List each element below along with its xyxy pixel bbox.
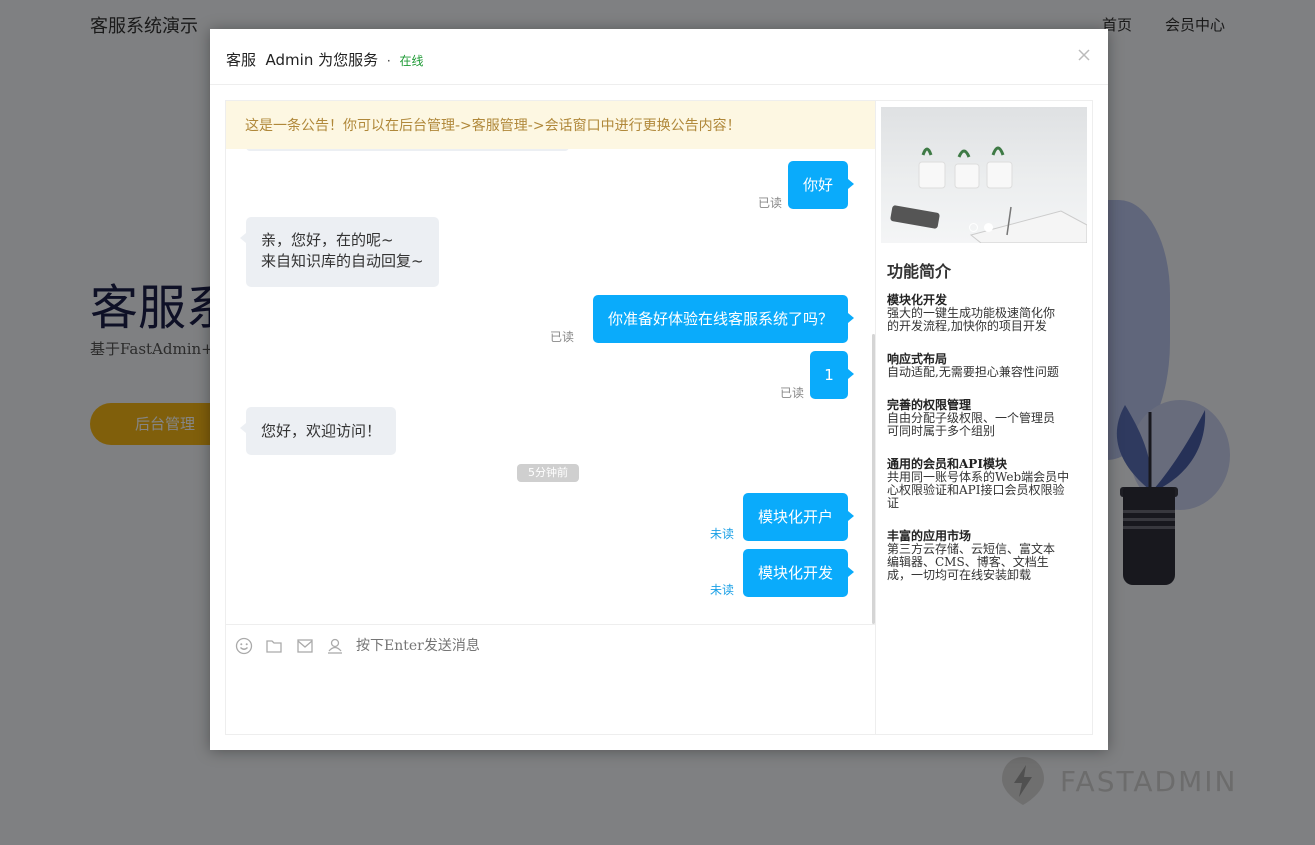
message-stub bbox=[246, 149, 569, 151]
feature-desc: 证 bbox=[887, 496, 900, 510]
modal-header: 客服 Admin 为您服务 · 在线 bbox=[210, 29, 1108, 85]
read-status: 已读 bbox=[549, 330, 574, 344]
side-panel: 功能简介 模块化开发 强大的一键生成功能极速简化你 的开发流程,加快你的项目开发… bbox=[876, 100, 1093, 735]
modal-title: 客服 Admin 为您服务 · 在线 bbox=[226, 49, 424, 70]
feature-desc: 自动适配,无需要担心兼容性问题 bbox=[887, 365, 1059, 379]
online-status: 在线 bbox=[399, 54, 424, 68]
close-icon[interactable] bbox=[1076, 47, 1092, 63]
user-icon[interactable] bbox=[326, 637, 344, 655]
message-bubble-out: 模块化开发 bbox=[742, 549, 855, 597]
feature-item: 响应式布局 自动适配,无需要担心兼容性问题 bbox=[887, 353, 1083, 379]
message-line: 来自知识库的自动回复~ bbox=[261, 252, 424, 270]
feature-item: 完善的权限管理 自由分配子级权限、一个管理员 可同时属于多个组别 bbox=[887, 399, 1083, 438]
unread-status: 未读 bbox=[709, 583, 734, 597]
mail-icon[interactable] bbox=[296, 637, 314, 655]
message-bubble-out: 模块化开户 bbox=[742, 493, 855, 541]
time-divider: 5分钟前 bbox=[517, 464, 579, 482]
message-bubble-out: 你准备好体验在线客服系统了吗？ bbox=[592, 295, 855, 343]
message-bubble-in: 亲，您好，在的呢~ 来自知识库的自动回复~ bbox=[240, 217, 439, 287]
side-title: 功能简介 bbox=[887, 262, 952, 281]
message-bubble-in: 您好，欢迎访问！ bbox=[239, 407, 397, 455]
chat-panel: 这是一条公告！你可以在后台管理->客服管理->会话窗口中进行更换公告内容！ 你好… bbox=[225, 100, 876, 735]
feature-item: 通用的会员和API模块 共用同一账号体系的Web端会员中 心权限验证和API接口… bbox=[887, 458, 1083, 510]
input-toolbar bbox=[226, 624, 875, 734]
feature-item: 模块化开发 强大的一键生成功能极速简化你 的开发流程,加快你的项目开发 bbox=[887, 294, 1083, 333]
desk-photo bbox=[890, 146, 1087, 243]
carousel-dot-active[interactable] bbox=[984, 223, 993, 232]
read-status: 已读 bbox=[779, 386, 804, 400]
folder-icon[interactable] bbox=[265, 637, 283, 655]
message-input[interactable] bbox=[356, 633, 856, 659]
feature-desc: 的开发流程,加快你的项目开发 bbox=[887, 319, 1047, 333]
feature-desc: 可同时属于多个组别 bbox=[887, 424, 996, 438]
feature-desc: 心权限验证和API接口会员权限验 bbox=[887, 483, 1065, 497]
message-scrollbar[interactable] bbox=[872, 334, 875, 624]
service-title: 客服 Admin 为您服务 bbox=[226, 51, 379, 69]
message-list[interactable]: 你好 已读 亲，您好，在的呢~ 来自知识库的自动回复~ 你准备好体验在线客服系统… bbox=[226, 149, 872, 624]
carousel-dot[interactable] bbox=[969, 223, 978, 232]
message-bubble-out: 1 bbox=[810, 351, 854, 399]
message-line: 亲，您好，在的呢~ bbox=[261, 231, 394, 249]
feature-desc: 成，一切均可在线安装卸载 bbox=[887, 568, 1032, 582]
notice-bar: 这是一条公告！你可以在后台管理->客服管理->会话窗口中进行更换公告内容！ bbox=[226, 101, 875, 149]
read-status: 已读 bbox=[757, 196, 782, 210]
banner-carousel[interactable] bbox=[881, 107, 1087, 243]
unread-status: 未读 bbox=[709, 527, 734, 541]
message-bubble-out: 你好 bbox=[787, 161, 855, 209]
chat-modal: 客服 Admin 为您服务 · 在线 这是一条公告！你可以在后台管理->客服管理… bbox=[210, 29, 1108, 750]
emoji-icon[interactable] bbox=[235, 637, 253, 655]
feature-item: 丰富的应用市场 第三方云存储、云短信、富文本 编辑器、CMS、博客、文档生 成，… bbox=[887, 530, 1083, 582]
title-separator: · bbox=[386, 54, 391, 68]
